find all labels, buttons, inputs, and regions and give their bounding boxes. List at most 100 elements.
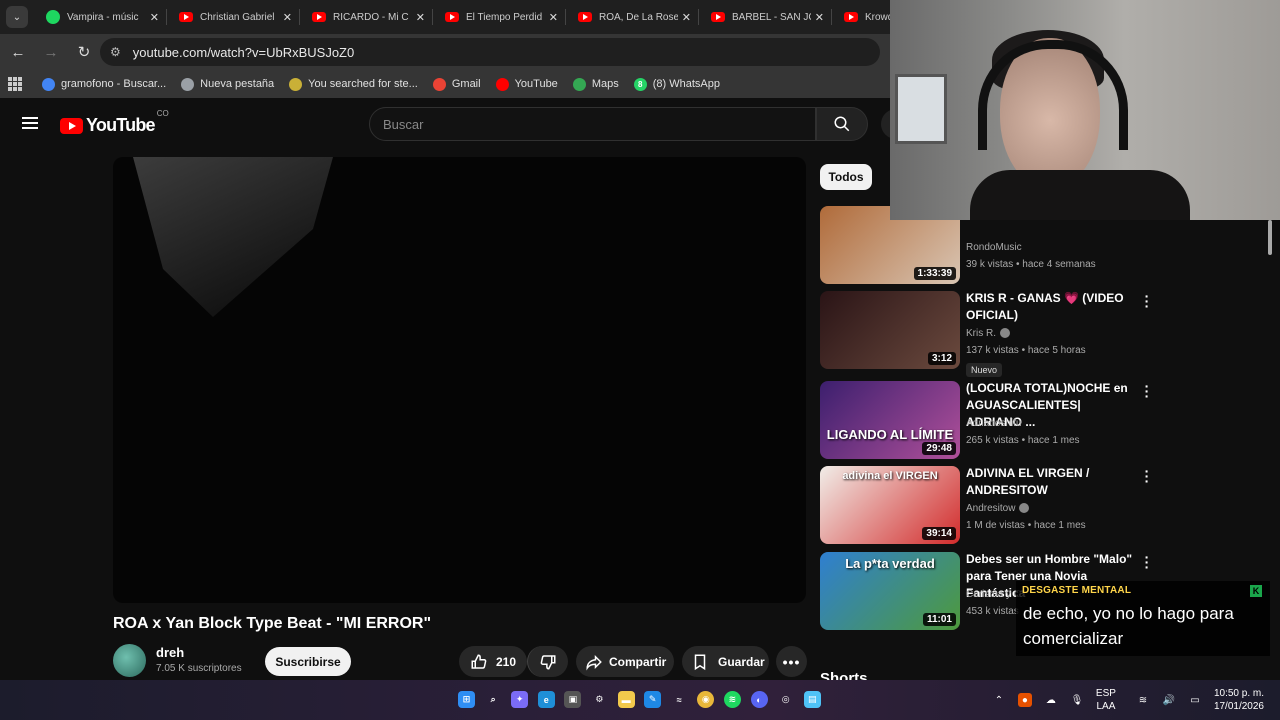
recommended-channel[interactable]: Adrianoshifu	[966, 418, 1022, 429]
browser-tab[interactable]: RICARDO - Mi C ✕	[300, 0, 433, 34]
file-explorer-icon[interactable]: ▬	[617, 691, 635, 708]
youtube-play-icon	[60, 117, 83, 134]
channel-name[interactable]: dreh	[156, 645, 184, 660]
recommended-video[interactable]: LIGANDO AL LÍMITE 29:48 (LOCURA TOTAL)NOCH…	[820, 379, 1150, 461]
channel-avatar[interactable]	[113, 644, 146, 677]
close-icon[interactable]: ✕	[416, 11, 425, 24]
more-options-icon[interactable]: · · ·	[1144, 464, 1150, 488]
bookmark-label: You searched for ste...	[308, 78, 418, 90]
more-options-icon[interactable]: · · ·	[1144, 550, 1150, 574]
google-icon	[42, 77, 55, 91]
close-icon[interactable]: ✕	[682, 11, 691, 24]
recommended-channel[interactable]: Kris R.	[966, 328, 1010, 339]
bookmark-item[interactable]: YouTube	[495, 77, 558, 91]
forward-button[interactable]: →	[36, 37, 66, 67]
recommended-video[interactable]: adivina el VIRGEN 39:14 ADIVINA EL VIRGEN …	[820, 464, 1150, 546]
close-icon[interactable]: ✕	[283, 11, 292, 24]
dislike-button[interactable]	[527, 646, 568, 677]
search-button[interactable]	[816, 107, 868, 141]
chrome-icon[interactable]: ◉	[697, 691, 715, 708]
recommended-video[interactable]: 3:12 KRIS R - GANAS 💗 (VIDEO OFICIAL) Kris…	[820, 289, 1150, 377]
scrollbar-thumb[interactable]	[1268, 220, 1272, 255]
video-thumbnail[interactable]: LIGANDO AL LÍMITE 29:48	[820, 381, 960, 459]
tab-search-button[interactable]: ⌄	[6, 6, 28, 28]
filter-chip-all[interactable]: Todos	[820, 164, 872, 190]
bookmark-item[interactable]: You searched for ste...	[289, 77, 418, 91]
bookmark-item[interactable]: Gmail	[432, 77, 481, 91]
site-info-icon[interactable]: ⚙	[110, 45, 121, 59]
tab-title: El Tiempo Perdid	[466, 11, 543, 23]
browser-tab[interactable]: Vampira - músic ✕	[34, 0, 167, 34]
discord-icon[interactable]: ◐	[750, 691, 768, 708]
input-language[interactable]: ESP LAA	[1096, 687, 1116, 713]
thumbnail-text: LIGANDO AL LÍMITE	[826, 427, 954, 442]
edge-icon[interactable]: e	[537, 691, 555, 708]
browser-tab[interactable]: Christian Gabriel ✕	[167, 0, 300, 34]
bookmark-item[interactable]: 8 (8) WhatsApp	[633, 77, 720, 91]
notepad-icon[interactable]: ▤	[803, 691, 821, 708]
copilot-icon[interactable]: ✦	[511, 691, 529, 708]
more-options-icon[interactable]: · · ·	[1144, 379, 1150, 403]
settings-icon[interactable]: ⚙	[591, 691, 608, 708]
search-input[interactable]: Buscar	[369, 107, 816, 141]
address-bar[interactable]: ⚙ youtube.com/watch?v=UbRxBUSJoZ0	[100, 38, 880, 66]
like-button[interactable]: 210	[459, 646, 527, 677]
browser-tab[interactable]: ROA, De La Rose ✕	[566, 0, 699, 34]
video-duration: 11:01	[922, 613, 956, 626]
onedrive-icon[interactable]: ☁	[1044, 693, 1058, 707]
browser-tab[interactable]: BARBEL - SAN JC ✕	[699, 0, 832, 34]
youtube-icon	[179, 12, 193, 22]
close-icon[interactable]: ✕	[549, 11, 558, 24]
logo-text: YouTube	[86, 115, 156, 135]
recommended-title: KRIS R - GANAS 💗 (VIDEO OFICIAL)	[966, 291, 1124, 322]
close-icon[interactable]: ✕	[150, 11, 159, 24]
tab-title: Vampira - músic	[67, 11, 139, 23]
close-icon[interactable]: ✕	[815, 11, 824, 24]
taskbar-search-icon[interactable]: ⌕	[485, 691, 502, 708]
tab-list: Vampira - músic ✕ Christian Gabriel ✕ RICARD…	[34, 0, 965, 34]
obs-icon[interactable]: ◎	[777, 691, 794, 708]
reload-button[interactable]: ↻	[69, 37, 99, 67]
spotify-taskbar-icon[interactable]: ≋	[723, 691, 741, 708]
bookmark-label: Gmail	[451, 78, 481, 90]
recommended-channel[interactable]: Andresitow	[966, 503, 1030, 514]
youtube-header: YouTube CO Buscar	[0, 101, 911, 147]
more-actions-button[interactable]: •••	[776, 646, 807, 677]
thumbs-down-icon	[540, 654, 556, 670]
video-thumbnail[interactable]: 3:12	[820, 291, 960, 369]
volume-icon[interactable]: 🔊	[1162, 693, 1176, 707]
apps-grid-icon[interactable]	[8, 77, 22, 91]
bookmark-item[interactable]: gramofono - Buscar...	[42, 77, 167, 91]
tray-app-icon[interactable]: ●	[1017, 693, 1032, 707]
recommended-channel[interactable]: RondoMusic	[966, 242, 1022, 253]
browser-tab[interactable]: El Tiempo Perdid ✕	[433, 0, 566, 34]
video-thumbnail[interactable]: adivina el VIRGEN 39:14	[820, 466, 960, 544]
bookmark-item[interactable]: Nueva pestaña	[181, 77, 275, 91]
editor-icon[interactable]: ✎	[644, 691, 662, 708]
youtube-icon	[711, 12, 725, 22]
menu-icon[interactable]	[22, 117, 38, 129]
video-thumbnail[interactable]: La p*ta verdad 11:01	[820, 552, 960, 630]
recommended-meta: 265 k vistas • hace 1 mes	[966, 435, 1080, 446]
subscribe-button[interactable]: Suscribirse	[265, 647, 351, 676]
save-button[interactable]: Guardar	[682, 646, 769, 677]
youtube-logo[interactable]: YouTube CO	[60, 109, 169, 136]
more-options-icon[interactable]: · · ·	[1144, 289, 1150, 313]
youtube-icon	[578, 12, 592, 22]
battery-icon[interactable]: ▭	[1188, 693, 1202, 707]
windows-start-icon[interactable]: ⊞	[458, 691, 475, 708]
back-button[interactable]: ←	[3, 37, 33, 67]
wifi-icon[interactable]: ≋	[1136, 693, 1150, 707]
clock[interactable]: 10:50 p. m. 17/01/2026	[1214, 687, 1264, 713]
video-player[interactable]	[113, 157, 806, 603]
tray-expand-icon[interactable]: ⌃	[992, 693, 1006, 707]
bookmark-item[interactable]: Maps	[572, 77, 619, 91]
recommended-channel[interactable]: Carisma y C	[966, 589, 1021, 600]
bookmark-label: gramofono - Buscar...	[61, 78, 167, 90]
share-button[interactable]: Compartir	[576, 646, 674, 677]
bookmark-label: Nueva pestaña	[200, 78, 275, 90]
microphone-icon[interactable]: 🎙	[1070, 693, 1084, 707]
recommended-meta: 137 k vistas • hace 5 horas	[966, 345, 1086, 356]
store-icon[interactable]: ▣	[564, 691, 582, 708]
app-icon[interactable]: ≈	[671, 691, 688, 708]
